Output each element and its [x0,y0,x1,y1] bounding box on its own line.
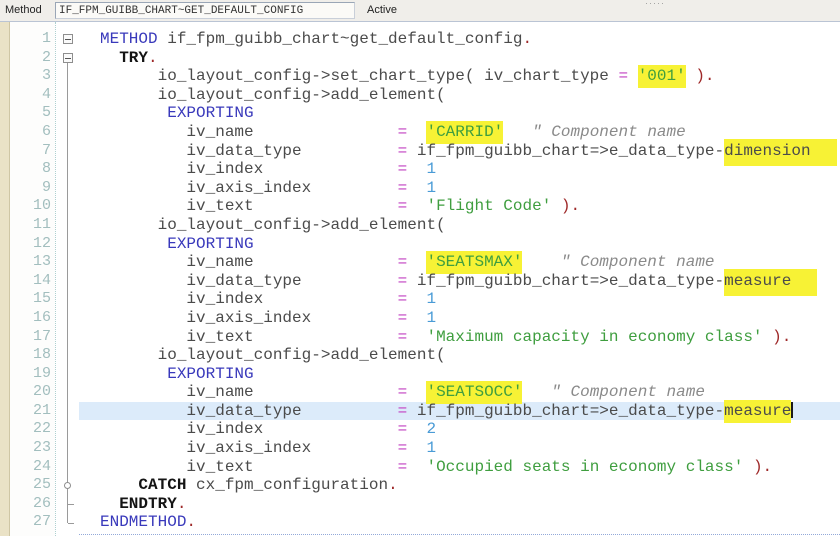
line-number[interactable]: 7 [10,142,55,161]
line-number[interactable]: 20 [10,383,55,402]
method-field-label: Method [5,4,42,16]
line-number[interactable]: 11 [10,216,55,235]
code-line-3[interactable]: io_layout_config->set_chart_type( iv_cha… [79,65,840,89]
line-number[interactable]: 9 [10,179,55,198]
line-number[interactable]: 3 [10,67,55,86]
line-number[interactable]: 26 [10,495,55,514]
code-line-10[interactable]: iv_text = 'Flight Code' ). [79,197,840,216]
fold-end-tick [68,504,74,506]
line-number[interactable]: 21 [10,402,55,421]
line-number[interactable]: 16 [10,309,55,328]
code-line-21[interactable]: iv_data_type = if_fpm_guibb_chart=>e_dat… [79,399,840,423]
line-number[interactable]: 19 [10,365,55,384]
header-bar: Method Active ····· [0,0,840,22]
line-number[interactable]: 23 [10,439,55,458]
line-number[interactable]: 12 [10,235,55,254]
line-number[interactable]: 18 [10,346,55,365]
active-status-label: Active [367,4,397,16]
line-number[interactable]: 17 [10,328,55,347]
code-line-9[interactable]: iv_axis_index = 1 [79,179,840,198]
method-separator-dotted-line [79,534,840,536]
line-number[interactable]: 8 [10,160,55,179]
fold-collapse-box[interactable] [63,52,73,63]
fold-end-tick [68,522,74,524]
method-name-input[interactable] [55,2,355,19]
line-number[interactable]: 27 [10,513,55,532]
code-line-2[interactable]: TRY. [79,49,840,68]
line-number[interactable]: 22 [10,420,55,439]
line-number[interactable]: 25 [10,476,55,495]
code-line-1[interactable]: METHOD if_fpm_guibb_chart~get_default_co… [79,30,840,49]
text-cursor [791,401,794,418]
code-line-14[interactable]: iv_data_type = if_fpm_guibb_chart=>e_dat… [79,268,840,296]
code-line-24[interactable]: iv_text = 'Occupied seats in economy cla… [79,458,840,477]
code-line-17[interactable]: iv_text = 'Maximum capacity in economy c… [79,328,840,347]
splitter-handle-dots[interactable]: ····· [645,0,665,8]
line-number[interactable]: 14 [10,272,55,291]
line-number-gutter: 1 2 3 4 5 6 7 8 9 10 11 12 13 14 15 16 17 18 19 20 21 22 23 24 2… [10,22,55,536]
fold-scope-line [67,62,68,523]
code-line-7[interactable]: iv_data_type = if_fpm_guibb_chart=>e_dat… [79,138,840,166]
code-line-23[interactable]: iv_axis_index = 1 [79,439,840,458]
line-number[interactable]: 24 [10,458,55,477]
line-number[interactable]: 15 [10,290,55,309]
code-line-16[interactable]: iv_axis_index = 1 [79,309,840,328]
fold-collapse-box[interactable] [63,34,73,45]
code-line-18[interactable]: io_layout_config->add_element( [79,346,840,365]
code-line-22[interactable]: iv_index = 2 [79,420,840,439]
code-area[interactable]: METHOD if_fpm_guibb_chart~get_default_co… [79,22,840,536]
line-number[interactable]: 4 [10,86,55,105]
code-line-11[interactable]: io_layout_config->add_element( [79,216,840,235]
code-line-25[interactable]: CATCH cx_fpm_configuration. [79,476,840,495]
code-line-4[interactable]: io_layout_config->add_element( [79,86,840,105]
fold-circle-marker [64,481,71,489]
fold-column [55,22,79,536]
line-number[interactable]: 10 [10,197,55,216]
line-number[interactable]: 1 [10,30,55,49]
code-editor: 1 2 3 4 5 6 7 8 9 10 11 12 13 14 15 16 17 18 19 20 21 22 23 24 2… [0,22,840,536]
code-line-27[interactable]: ENDMETHOD. [79,513,840,532]
line-number[interactable]: 13 [10,253,55,272]
code-line-26[interactable]: ENDTRY. [79,495,840,514]
line-number[interactable]: 5 [10,104,55,123]
line-number[interactable]: 2 [10,49,55,68]
line-number[interactable]: 6 [10,123,55,142]
annotation-ruler [0,22,10,536]
